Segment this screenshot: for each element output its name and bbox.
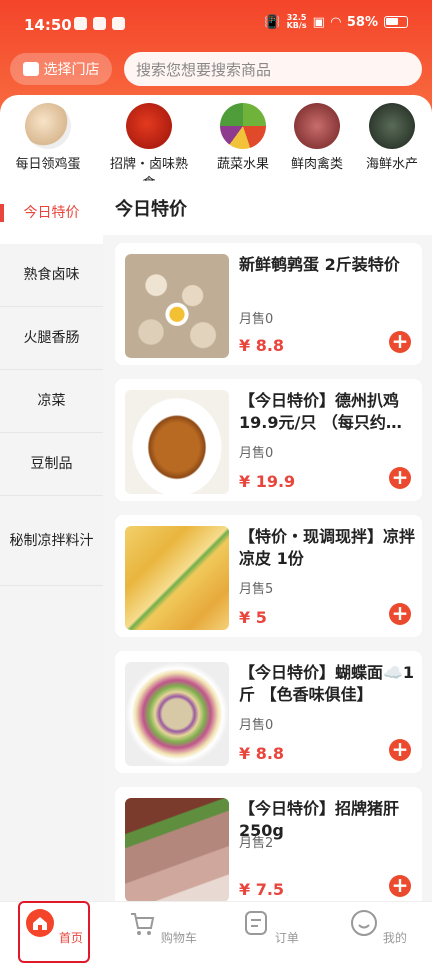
sidebar-item-label: 秘制凉拌料汁 [9,532,94,549]
tab-label: 购物车 [160,931,197,945]
product-title: 新鲜鹌鹑蛋 2斤装特价 [239,255,400,274]
product-price: ¥ 8.8 [239,744,285,763]
net-speed: 32.5 KB/s [287,14,307,30]
sidebar-item-cold-dishes[interactable]: 凉菜 [0,370,103,433]
sidebar-item-label: 火腿香肠 [23,330,80,346]
product-price: ¥ 19.9 [239,472,296,491]
category-label: 海鲜水产 [365,157,418,172]
sidebar-item-sauce[interactable]: 秘制凉拌料汁 [0,496,103,586]
add-to-cart-button[interactable]: + [389,739,411,761]
notification-app-icon [74,17,87,30]
category-label: 每日领鸡蛋 [15,157,81,172]
tab-label: 我的 [382,931,407,945]
product-title: 【今日特价】蝴蝶面☁️1斤 【色香味俱佳】 [239,663,415,704]
category-strip: 每日领鸡蛋 招牌・卤味熟食 蔬菜水果 鲜肉禽类 海鲜水产 [0,95,432,198]
category-sidebar: 今日特价 熟食卤味 火腿香肠 凉菜 豆制品 秘制凉拌料汁 [0,181,103,901]
tab-profile[interactable]: 我的 [324,908,432,946]
tab-highlight-box [18,901,90,963]
select-store-button[interactable]: 选择门店 [10,53,112,85]
wifi-icon: ◠ [330,14,341,30]
add-to-cart-button[interactable]: + [389,467,411,489]
sidebar-item-braised[interactable]: 熟食卤味 [0,244,103,307]
profile-icon [351,910,378,936]
vibrate-icon: 📳 [264,14,281,30]
vegetables-image [220,103,266,149]
category-seafood[interactable]: 海鲜水产 [349,103,432,172]
sidebar-item-tofu[interactable]: 豆制品 [0,433,103,496]
quail-eggs-image [125,254,229,358]
meat-image [294,103,340,149]
notification-icons [74,17,125,30]
sidebar-item-label: 今日特价 [23,204,80,221]
notification-app-icon [93,17,106,30]
cold-noodles-image [125,526,229,630]
braised-chicken-image [125,390,229,494]
tab-label: 订单 [274,931,299,945]
product-sold: 月售0 [239,446,274,461]
product-card[interactable]: 【特价・现调现拌】凉拌凉皮 1份 月售5 ¥ 5 + [115,515,422,637]
add-to-cart-button[interactable]: + [389,331,411,353]
category-label: 鲜肉禽类 [290,157,343,172]
tab-orders[interactable]: 订单 [216,908,324,946]
product-sold: 月售0 [239,718,274,733]
sidebar-item-ham-sausage[interactable]: 火腿香肠 [0,307,103,370]
product-price: ¥ 7.5 [239,880,285,899]
seafood-image [369,103,415,149]
sim-icon: ▣ [312,14,325,30]
pork-liver-image [125,798,229,901]
product-card[interactable]: 【今日特价】招牌猪肝250g 月售2 ¥ 7.5 + [115,787,422,901]
sidebar-item-label: 熟食卤味 [23,267,80,283]
product-title: 【今日特价】德州扒鸡19.9元/只 （每只约… [239,391,402,432]
product-card[interactable]: 【今日特价】德州扒鸡19.9元/只 （每只约… 月售0 ¥ 19.9 + [115,379,422,501]
order-icon [245,911,268,935]
product-sold: 月售0 [239,312,274,327]
product-title: 【特价・现调现拌】凉拌凉皮 1份 [239,527,416,568]
product-list: 今日特价 新鲜鹌鹑蛋 2斤装特价 月售0 ¥ 8.8 + 【今日特价】德州扒鸡1… [103,181,432,901]
category-meat-poultry[interactable]: 鲜肉禽类 [274,103,360,172]
add-to-cart-button[interactable]: + [389,603,411,625]
eggs-image [25,103,71,149]
product-card[interactable]: 【今日特价】蝴蝶面☁️1斤 【色香味俱佳】 月售0 ¥ 8.8 + [115,651,422,773]
product-price: ¥ 5 [239,608,267,627]
search-placeholder: 搜索您想要搜索商品 [136,60,272,79]
sidebar-item-label: 豆制品 [30,456,73,472]
battery-icon [384,16,408,28]
notification-mail-icon [112,17,125,30]
sidebar-item-today-special[interactable]: 今日特价 [0,181,103,244]
category-eggs[interactable]: 每日领鸡蛋 [5,103,91,172]
product-sold: 月售5 [239,582,274,597]
section-title: 今日特价 [103,181,432,235]
select-store-label: 选择门店 [43,62,100,78]
battery-level: 58% [346,14,378,30]
product-sold: 月售2 [239,836,274,851]
crayfish-image [126,103,172,149]
net-speed-unit: KB/s [286,21,307,30]
add-to-cart-button[interactable]: + [389,875,411,897]
status-time: 14:50 [24,16,72,34]
product-price: ¥ 8.8 [239,336,285,355]
cart-icon [131,913,155,935]
tab-cart[interactable]: 购物车 [108,908,216,946]
status-right: 📳 32.5 KB/s ▣ ◠ 58% [264,14,408,30]
sidebar-item-label: 凉菜 [37,393,66,409]
bowtie-pasta-image [125,662,229,766]
search-input[interactable]: 搜索您想要搜索商品 [124,52,422,86]
product-card[interactable]: 新鲜鹌鹑蛋 2斤装特价 月售0 ¥ 8.8 + [115,243,422,365]
store-icon [22,62,39,76]
status-bar: 14:50 📳 32.5 KB/s ▣ ◠ 58% [0,0,432,46]
